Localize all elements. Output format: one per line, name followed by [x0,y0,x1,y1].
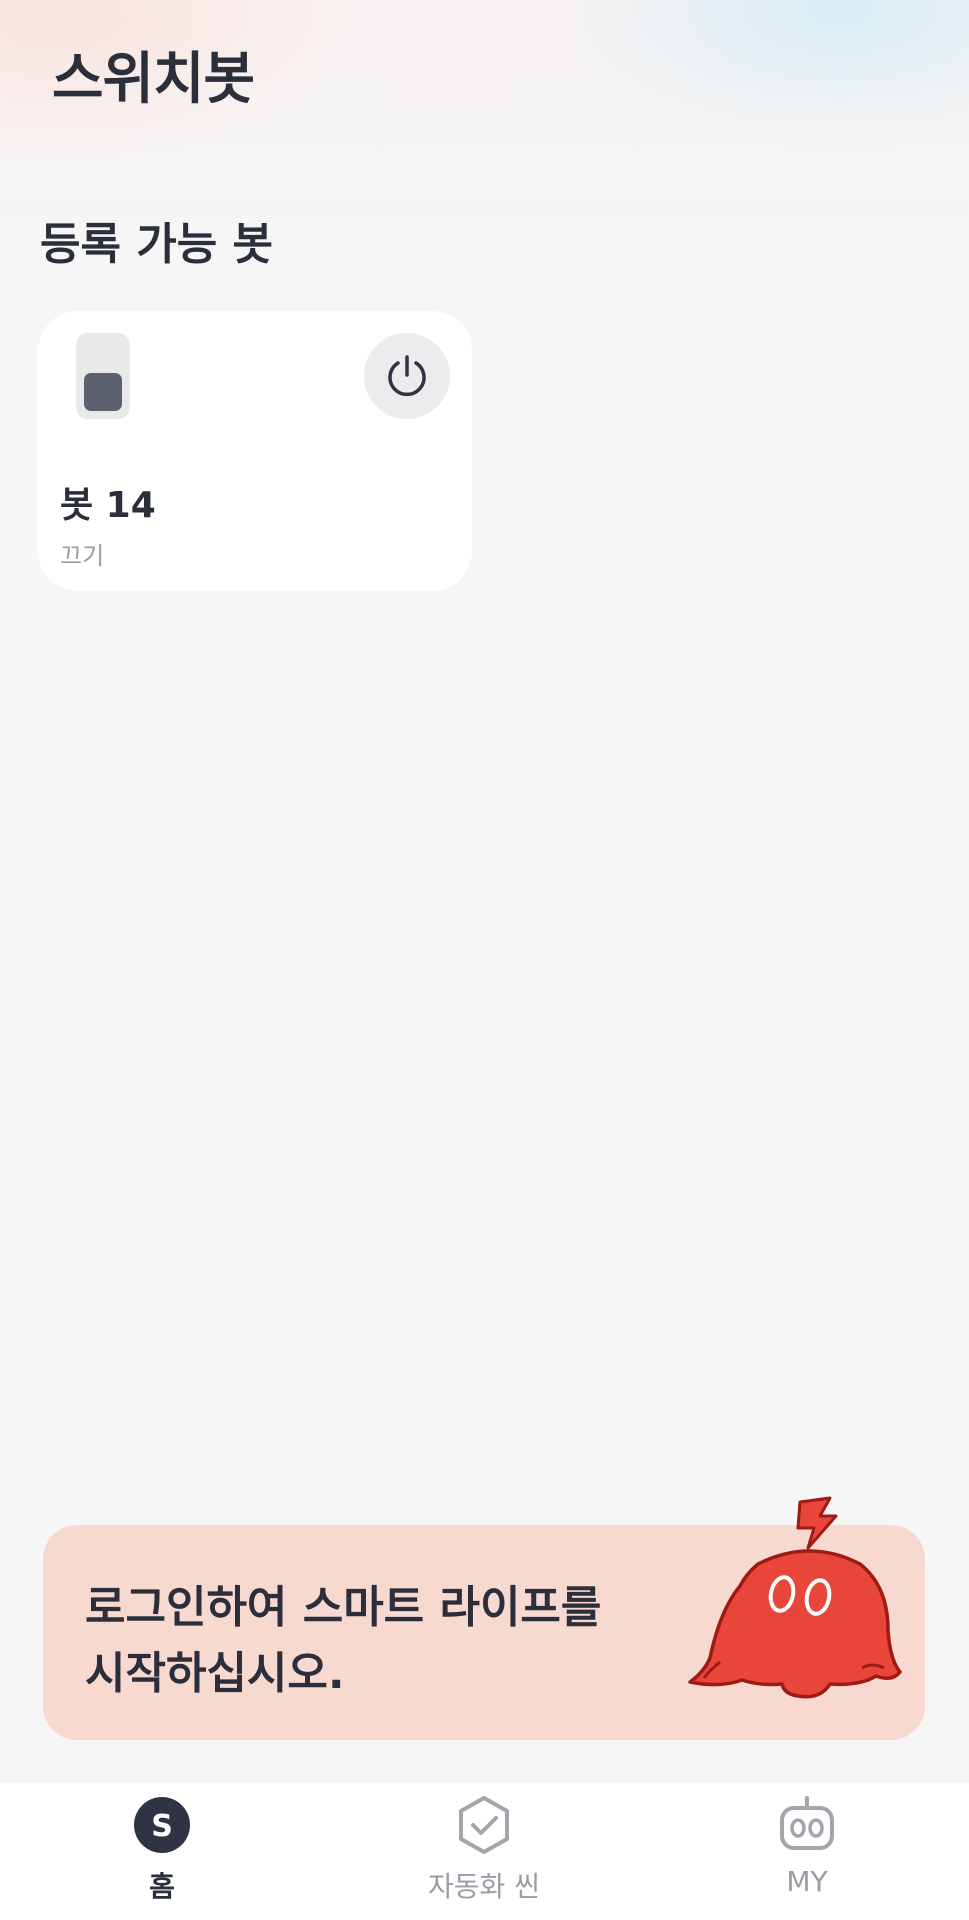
nav-label-automation-scene: 자동화 씬 [428,1870,540,1903]
bot-status: 끄기 [60,542,105,570]
section-title-available-bots: 등록 가능 봇 [40,219,274,270]
red-bot-mascot-icon [688,1496,902,1699]
nav-item-automation-scene[interactable]: 자동화 씬 [384,1793,584,1913]
nav-label-home: 홈 [149,1870,175,1903]
hexagon-check-icon [452,1793,516,1857]
power-icon [388,355,426,397]
nav-label-my: MY [786,1865,828,1898]
home-s-icon: S [130,1793,194,1857]
svg-text:S: S [151,1809,173,1844]
switch-knob [84,373,122,411]
nav-item-my[interactable]: MY [707,1793,907,1913]
switch-device-icon [76,333,130,419]
bot-card[interactable]: 봇 14 끄기 [38,311,472,591]
app-title: 스위치봇 [52,47,255,112]
bot-name: 봇 14 [60,485,156,526]
bottom-navigation: S 홈 자동화 씬 MY [0,1783,969,1920]
robot-face-icon [775,1793,839,1857]
power-button[interactable] [364,333,450,419]
nav-item-home[interactable]: S 홈 [62,1793,262,1913]
login-banner-text: 로그인하여 스마트 라이프를 시작하십시오. [85,1582,602,1699]
